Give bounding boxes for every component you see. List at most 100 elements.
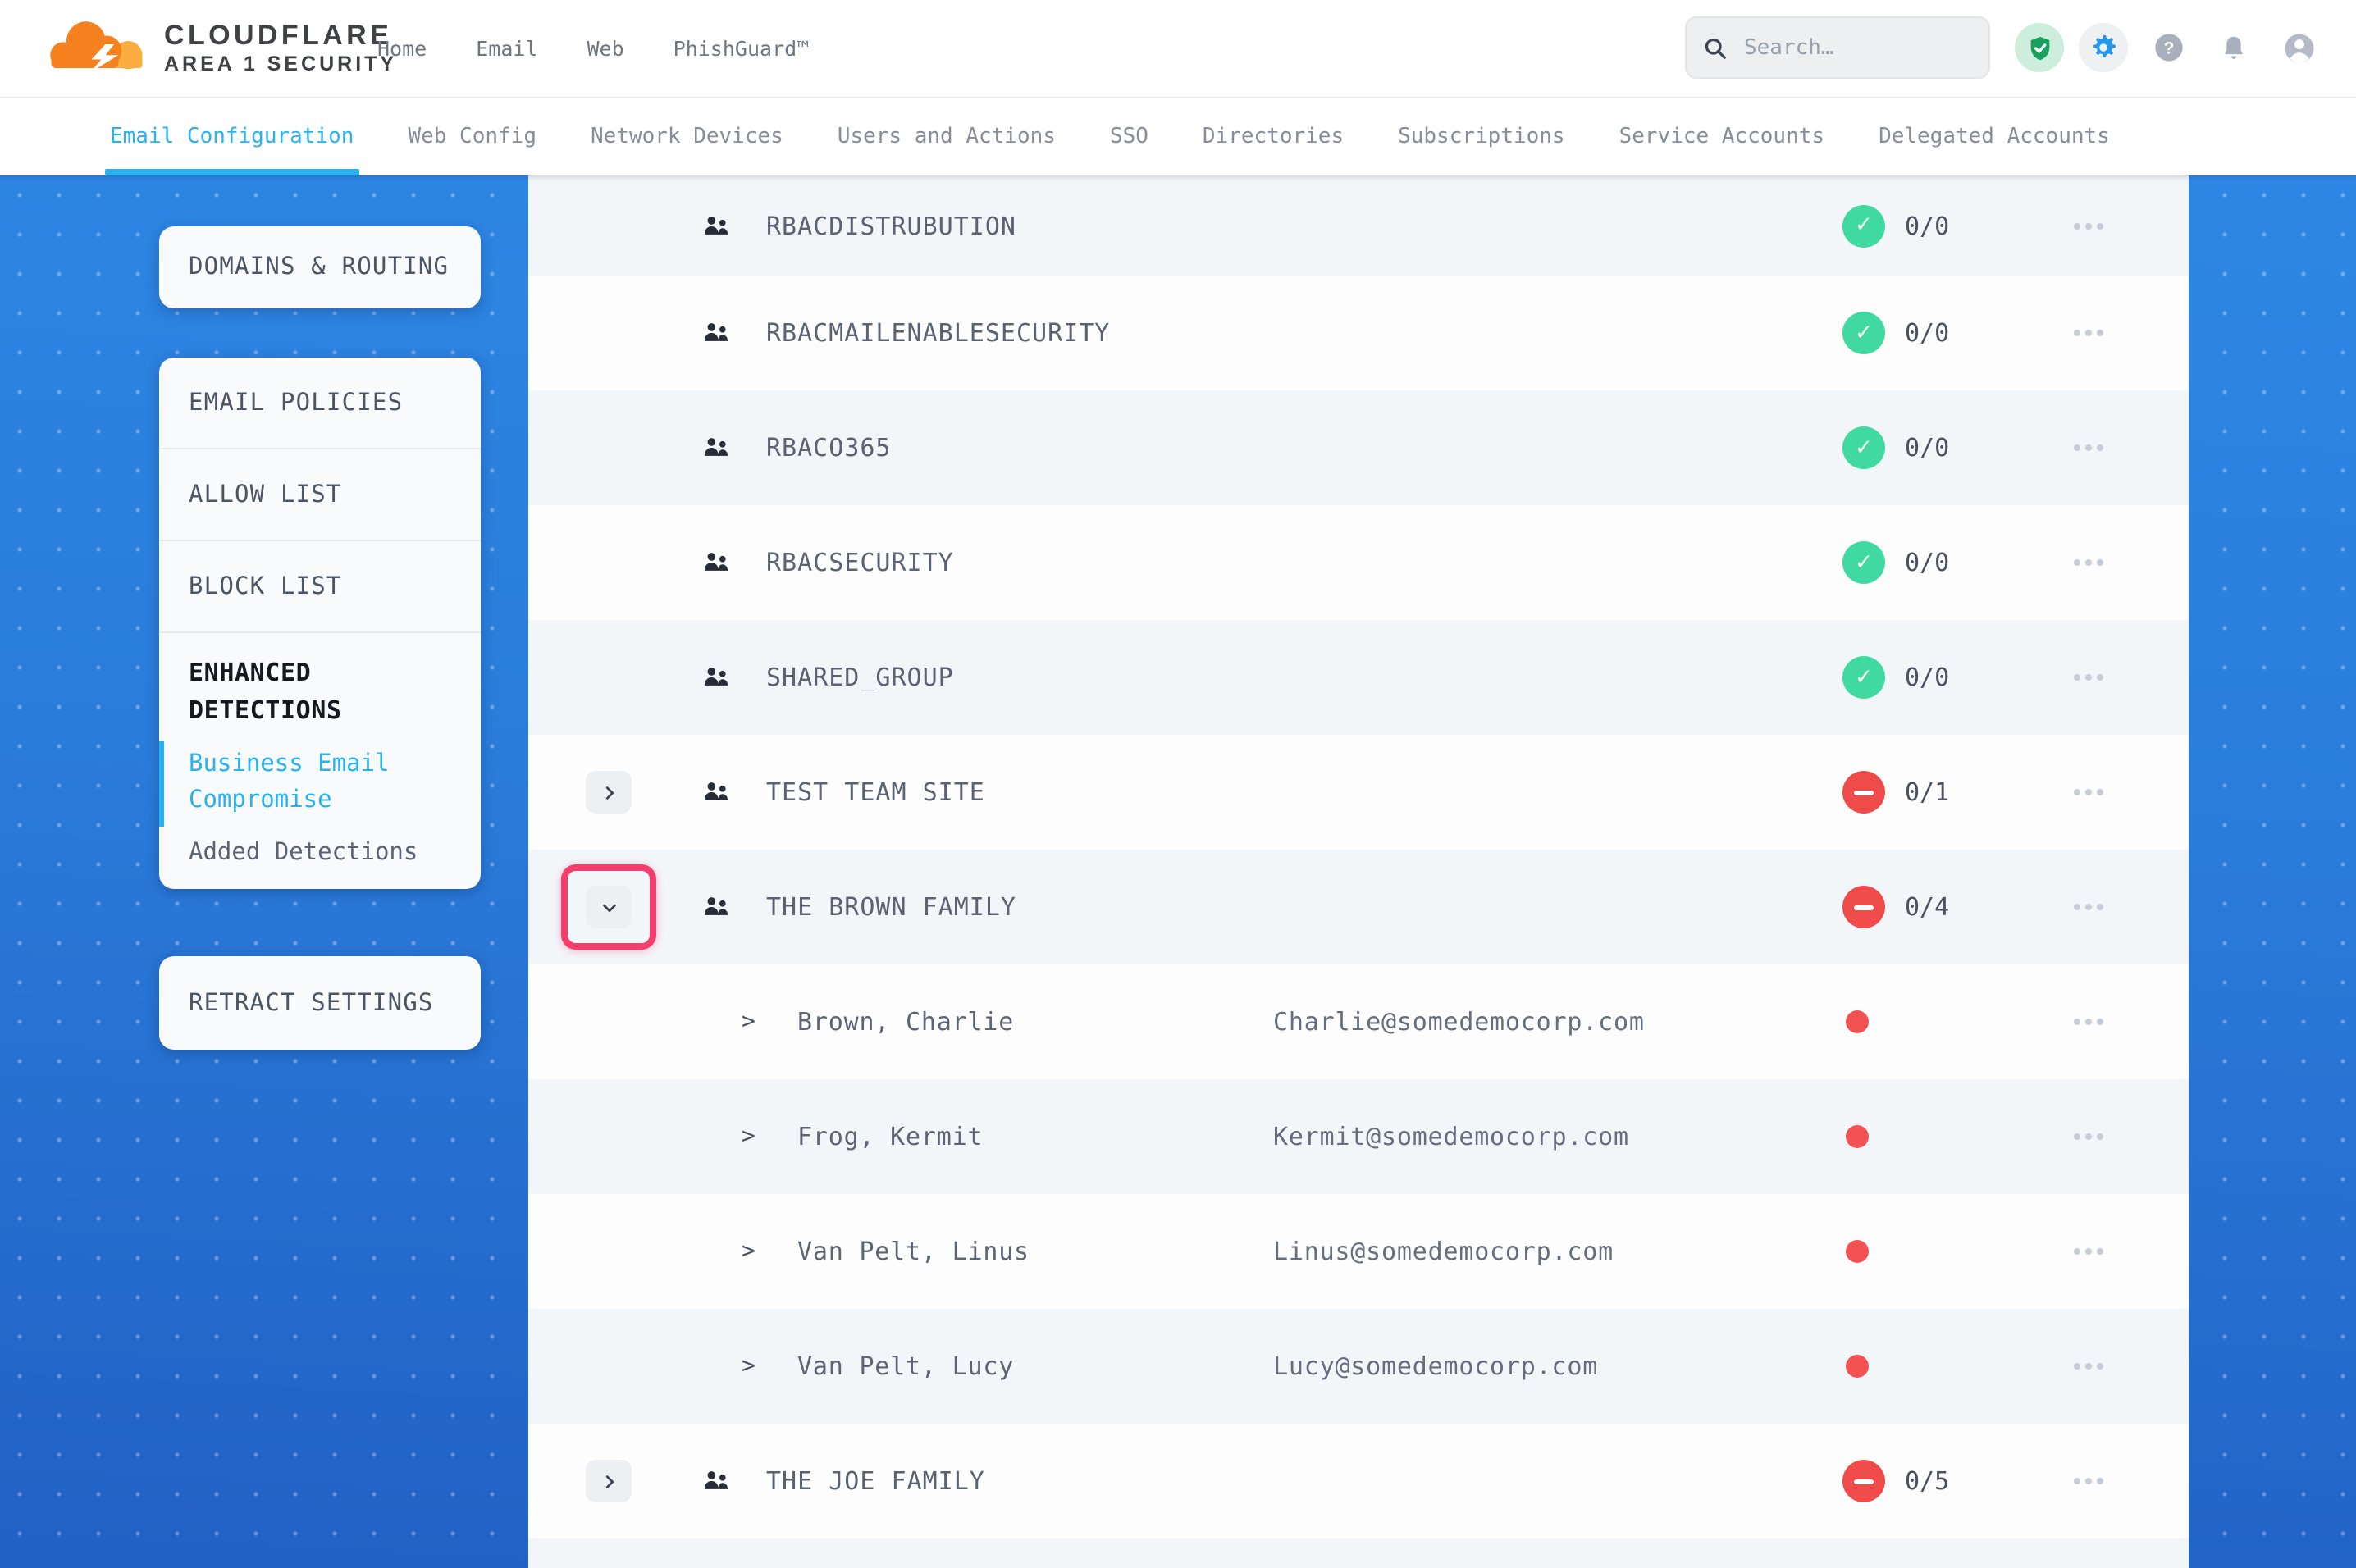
group-icon <box>702 665 730 690</box>
cloudflare-cloud-icon <box>43 11 151 84</box>
tab-web-config[interactable]: Web Config <box>408 97 536 175</box>
cloudflare-logo[interactable]: CLOUDFLARE AREA 1 SECURITY <box>43 11 397 84</box>
sidebar-card-domains-routing: DOMAINS & ROUTING <box>159 226 481 308</box>
member-count: 0/0 <box>1905 318 1949 348</box>
group-row: TEST TEAM SITE0/1 <box>528 735 2189 850</box>
tab-directories[interactable]: Directories <box>1203 97 1344 175</box>
top-nav: Home Email Web PhishGuard™ <box>377 0 809 97</box>
row-menu-button[interactable] <box>2067 1471 2110 1491</box>
tab-subscriptions[interactable]: Subscriptions <box>1398 97 1565 175</box>
status-badge-blocked <box>1842 886 1885 928</box>
row-menu-button[interactable] <box>2067 668 2110 687</box>
notifications-bell-icon[interactable] <box>2208 23 2258 72</box>
group-icon <box>702 895 730 919</box>
member-name: Frog, Kermit <box>797 1122 983 1151</box>
top-nav-home[interactable]: Home <box>377 36 427 61</box>
status-badge-blocked <box>1842 771 1885 814</box>
sidebar-item-email-policies[interactable]: EMAIL POLICIES <box>159 358 481 449</box>
group-icon <box>702 435 730 460</box>
member-chevron-icon[interactable]: > <box>742 1353 756 1379</box>
top-nav-email[interactable]: Email <box>476 36 537 61</box>
group-name: RBACDISTRUBUTION <box>766 211 1016 240</box>
status-badge-blocked <box>1842 1460 1885 1502</box>
group-row: RBACMAILENABLESECURITY✓0/0 <box>528 276 2189 390</box>
member-count: 0/4 <box>1905 892 1949 922</box>
row-menu-button[interactable] <box>2067 897 2110 917</box>
workspace-background: DOMAINS & ROUTING EMAIL POLICIES ALLOW L… <box>0 175 2356 1568</box>
expand-group-button[interactable] <box>586 771 632 814</box>
group-row: SHARED_GROUP✓0/0 <box>528 620 2189 735</box>
member-count: 0/5 <box>1905 1466 1949 1496</box>
svg-text:?: ? <box>2164 39 2175 57</box>
row-menu-button[interactable] <box>2067 438 2110 458</box>
tab-delegated-accounts[interactable]: Delegated Accounts <box>1879 97 2110 175</box>
search-input[interactable] <box>1741 34 1961 62</box>
security-shield-icon[interactable] <box>2015 23 2064 72</box>
brand-product: AREA 1 SECURITY <box>164 52 397 76</box>
tab-network-devices[interactable]: Network Devices <box>591 97 783 175</box>
member-count: 0/0 <box>1905 433 1949 463</box>
sidebar-card-policies: EMAIL POLICIES ALLOW LIST BLOCK LIST ENH… <box>159 358 481 888</box>
member-row: >Van Pelt, LinusLinus@somedemocorp.com <box>528 1194 2189 1309</box>
sidebar-item-business-email-compromise[interactable]: Business Email Compromise <box>189 745 458 823</box>
top-nav-phishguard[interactable]: PhishGuard™ <box>673 36 810 61</box>
member-email: Linus@somedemocorp.com <box>1273 1237 1614 1266</box>
top-nav-web[interactable]: Web <box>587 36 624 61</box>
row-menu-button[interactable] <box>2067 216 2110 235</box>
member-count: 0/0 <box>1905 548 1949 577</box>
status-badge-enabled: ✓ <box>1842 204 1885 247</box>
member-email: Lucy@somedemocorp.com <box>1273 1351 1598 1381</box>
sidebar-item-domains-routing[interactable]: DOMAINS & ROUTING <box>159 226 481 308</box>
config-tabs: Email Configuration Web Config Network Dev… <box>0 97 2356 175</box>
row-menu-button[interactable] <box>2067 1012 2110 1032</box>
sidebar-item-block-list[interactable]: BLOCK LIST <box>159 541 481 633</box>
group-row: THE JOE FAMILY0/5 <box>528 1424 2189 1538</box>
sidebar-item-added-detections[interactable]: Added Detections <box>189 839 458 865</box>
member-email: Charlie@somedemocorp.com <box>1273 1007 1645 1037</box>
status-badge-enabled: ✓ <box>1842 541 1885 584</box>
member-status-dot <box>1846 1355 1869 1378</box>
settings-gear-icon[interactable] <box>2079 23 2128 72</box>
row-menu-button[interactable] <box>2067 1356 2110 1376</box>
status-badge-enabled: ✓ <box>1842 312 1885 354</box>
top-header: CLOUDFLARE AREA 1 SECURITY Home Email We… <box>0 0 2356 98</box>
member-chevron-icon[interactable]: > <box>742 1238 756 1265</box>
account-user-icon[interactable] <box>2274 23 2323 72</box>
row-menu-button[interactable] <box>2067 1127 2110 1146</box>
help-icon[interactable]: ? <box>2144 23 2194 72</box>
tab-users-and-actions[interactable]: Users and Actions <box>838 97 1056 175</box>
row-menu-button[interactable] <box>2067 1242 2110 1261</box>
status-badge-enabled: ✓ <box>1842 656 1885 699</box>
status-badge-enabled: ✓ <box>1842 426 1885 469</box>
member-row: > Frog, Kermit Kermit@somedemocorp.com <box>528 1079 2189 1194</box>
group-name: THE BROWN FAMILY <box>766 892 1016 922</box>
row-menu-button[interactable] <box>2067 323 2110 343</box>
row-menu-button[interactable] <box>2067 553 2110 572</box>
group-row: RBACDISTRUBUTION ✓ 0/0 <box>528 175 2189 276</box>
group-icon <box>702 213 730 238</box>
search-box[interactable] <box>1685 16 1990 79</box>
sidebar-item-allow-list[interactable]: ALLOW LIST <box>159 449 481 541</box>
member-chevron-icon[interactable]: > <box>742 1124 756 1150</box>
tab-sso[interactable]: SSO <box>1110 97 1148 175</box>
search-icon <box>1703 35 1728 60</box>
row-menu-button[interactable] <box>2067 782 2110 802</box>
partial-row <box>528 1538 2189 1568</box>
member-chevron-icon[interactable]: > <box>742 1009 756 1035</box>
logo-text: CLOUDFLARE AREA 1 SECURITY <box>164 19 397 76</box>
member-count: 0/0 <box>1905 211 1949 240</box>
group-icon <box>702 1469 730 1493</box>
sidebar-card-retract-settings: RETRACT SETTINGS <box>159 956 481 1050</box>
brand-name: CLOUDFLARE <box>164 19 397 51</box>
groups-table: RBACDISTRUBUTION✓0/0RBACMAILENABLESECURI… <box>528 175 2189 1568</box>
tab-service-accounts[interactable]: Service Accounts <box>1619 97 1824 175</box>
sidebar-item-retract-settings[interactable]: RETRACT SETTINGS <box>159 956 481 1050</box>
tab-email-configuration[interactable]: Email Configuration <box>110 97 354 175</box>
group-name: RBACO365 <box>766 433 892 463</box>
collapse-group-button[interactable] <box>586 886 632 928</box>
group-name: TEST TEAM SITE <box>766 777 985 807</box>
app-window: CLOUDFLARE AREA 1 SECURITY Home Email We… <box>0 0 2356 1568</box>
member-email: Kermit@somedemocorp.com <box>1273 1122 1629 1151</box>
expand-group-button[interactable] <box>586 1460 632 1502</box>
group-icon <box>702 550 730 575</box>
